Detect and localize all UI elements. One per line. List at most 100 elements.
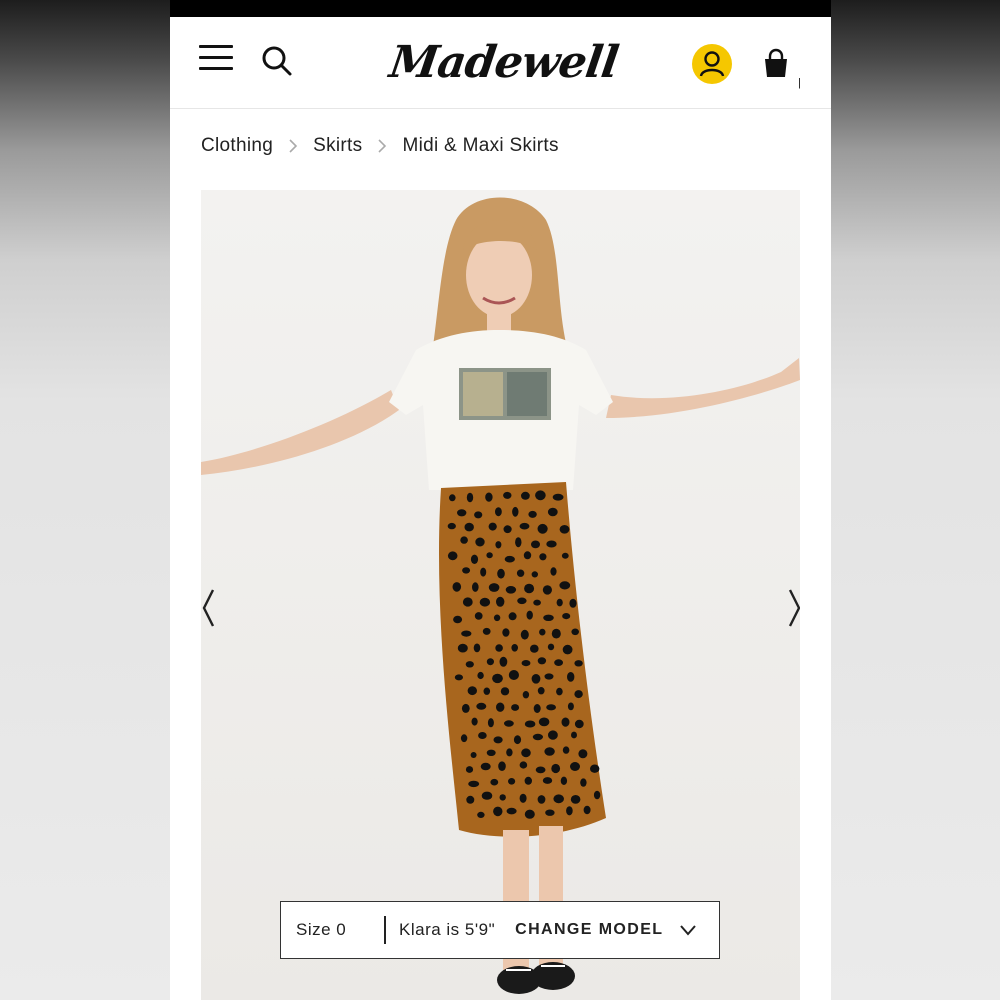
skirt-spot xyxy=(524,809,535,819)
skirt-spot xyxy=(556,598,563,607)
skirt-spot xyxy=(449,494,456,502)
skirt-spot xyxy=(537,523,548,534)
skirt-spot xyxy=(466,795,475,804)
skirt-spot xyxy=(590,764,600,773)
skirt-spot xyxy=(473,643,481,653)
skirt-spot xyxy=(574,690,583,699)
skirt-spot xyxy=(485,492,493,502)
skirt-spot xyxy=(477,671,484,680)
skirt-spot xyxy=(535,766,546,774)
skirt-spot xyxy=(498,761,506,771)
skirt-spot xyxy=(533,599,541,606)
skirt-spot xyxy=(486,749,496,756)
skirt-spot xyxy=(569,598,577,608)
skirt-spot xyxy=(496,702,505,712)
skirt-spot xyxy=(593,790,601,800)
skirt-spot xyxy=(532,733,543,741)
skirt-spot xyxy=(524,776,532,785)
skirt-spot xyxy=(475,537,485,547)
skirt-spot xyxy=(486,658,494,666)
skirt-spot xyxy=(488,522,497,531)
skirt-spot xyxy=(502,628,510,637)
model-info-bar: Size 0 Klara is 5'9" CHANGE MODEL xyxy=(280,901,720,959)
skirt-spot xyxy=(461,703,470,713)
skirt-spot xyxy=(452,582,462,592)
bag-count: | xyxy=(798,77,801,89)
skirt-spot xyxy=(542,585,552,595)
skirt-spot xyxy=(546,540,557,548)
skirt-spot xyxy=(508,612,517,621)
skirt-spot xyxy=(496,596,505,607)
breadcrumb-clothing[interactable]: Clothing xyxy=(201,135,273,157)
skirt-spot xyxy=(566,806,573,816)
skirt-spot xyxy=(574,719,584,729)
site-header: Madewell | xyxy=(170,17,831,109)
skirt-spot xyxy=(470,752,477,758)
skirt-spot xyxy=(551,763,561,774)
skirt-spot xyxy=(460,536,468,544)
product-image[interactable] xyxy=(201,190,800,1000)
skirt-spot xyxy=(570,762,580,771)
skirt-spot xyxy=(447,551,458,561)
skirt-spot xyxy=(561,552,569,559)
skirt-spot xyxy=(495,507,502,517)
skirt-spot xyxy=(537,657,547,665)
skirt-spot xyxy=(559,581,571,590)
skirt-spot xyxy=(580,778,587,787)
breadcrumb: Clothing Skirts Midi & Maxi Skirts xyxy=(201,135,559,157)
skirt-spot xyxy=(486,552,493,559)
chevron-down-icon[interactable] xyxy=(679,924,697,936)
skirt-spot xyxy=(583,805,591,815)
shopping-bag-icon[interactable] xyxy=(762,48,790,82)
skirt-spot xyxy=(476,702,487,710)
skirt-spot xyxy=(508,670,519,680)
skirt-spot xyxy=(488,583,500,592)
skirt-spot xyxy=(526,610,533,620)
skirt-spot xyxy=(511,704,520,711)
skirt-spot xyxy=(480,762,491,771)
skirt-spot xyxy=(472,582,479,592)
user-account-icon[interactable] xyxy=(692,44,732,84)
skirt-spot xyxy=(467,686,477,696)
skirt-spot xyxy=(539,553,547,561)
breadcrumb-skirts[interactable]: Skirts xyxy=(313,135,362,157)
skirt-spot xyxy=(478,732,487,739)
skirt-spot xyxy=(447,522,456,530)
skirt-spot xyxy=(537,687,545,695)
skirt-spot xyxy=(477,811,485,819)
breadcrumb-midi-maxi-skirts[interactable]: Midi & Maxi Skirts xyxy=(402,135,558,157)
skirt-spot xyxy=(547,507,558,517)
skirt-spot xyxy=(531,674,541,684)
skirt-spot xyxy=(464,522,474,532)
skirt-spot xyxy=(542,777,553,784)
skirt-spot xyxy=(506,807,517,815)
skirt-spot xyxy=(465,766,474,773)
search-icon[interactable] xyxy=(260,44,294,78)
skirt-spot xyxy=(481,791,493,800)
phone-screen: Madewell | Clothing Skirts Midi & Maxi S… xyxy=(170,0,831,1000)
skirt-spot xyxy=(517,597,527,605)
hamburger-menu-icon[interactable] xyxy=(199,45,233,75)
skirt-spot xyxy=(493,614,501,622)
skirt-spot xyxy=(468,780,480,788)
skirt-spot xyxy=(461,630,472,637)
skirt-spot xyxy=(552,493,564,501)
skirt-spot xyxy=(547,643,555,651)
skirt-spot xyxy=(508,778,516,785)
brand-logo[interactable]: Madewell xyxy=(386,35,620,91)
skirt-spot xyxy=(513,735,522,745)
skirt-spot xyxy=(505,586,517,594)
chevron-left-icon[interactable] xyxy=(201,588,219,628)
change-model-button[interactable]: CHANGE MODEL xyxy=(515,921,663,939)
skirt-spot xyxy=(503,525,512,534)
skirt-spot xyxy=(559,525,570,534)
skirt-spot xyxy=(480,567,487,577)
skirt-spot xyxy=(571,731,577,739)
skirt-spot xyxy=(511,644,518,652)
skirt-spot xyxy=(519,522,530,530)
skirt-spot xyxy=(474,511,483,519)
skirt-spot xyxy=(554,659,563,666)
skirt-spot xyxy=(499,656,508,667)
skirt-spot xyxy=(462,597,473,607)
chevron-right-icon[interactable] xyxy=(786,588,800,628)
